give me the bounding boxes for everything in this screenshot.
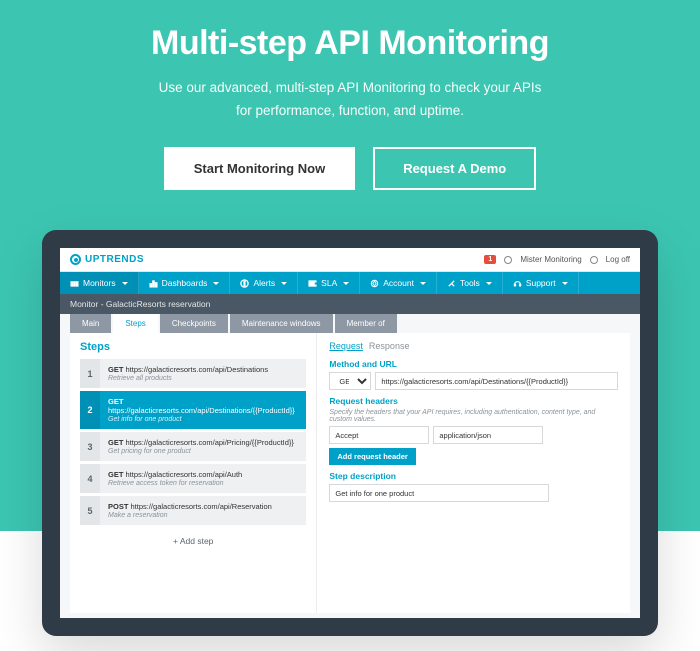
request-headers-label: Request headers [329, 396, 618, 406]
step-description-input[interactable] [329, 484, 549, 502]
request-demo-button[interactable]: Request A Demo [373, 147, 536, 190]
app-screenshot: UPTRENDS 1 Mister Monitoring Log off Mon… [60, 248, 640, 618]
tab-main[interactable]: Main [70, 314, 111, 333]
step-row[interactable]: 2GET https://galacticresorts.com/api/Des… [80, 391, 306, 429]
breadcrumb: Monitor - GalacticResorts reservation [60, 294, 640, 314]
tab-steps[interactable]: Steps [113, 314, 157, 333]
support-icon [513, 279, 522, 288]
chevron-down-icon [213, 282, 219, 285]
step-number: 5 [80, 496, 100, 525]
http-method-select[interactable]: GET [329, 372, 371, 390]
header-value-input[interactable] [433, 426, 543, 444]
chevron-down-icon [562, 282, 568, 285]
chevron-down-icon [420, 282, 426, 285]
nav-monitors[interactable]: Monitors [60, 272, 139, 294]
step-row[interactable]: 5POST https://galacticresorts.com/api/Re… [80, 496, 306, 525]
rr-tab-response[interactable]: Response [369, 341, 410, 351]
step-number: 2 [80, 391, 100, 429]
request-response-tabs: Request Response [329, 341, 618, 351]
logoff-icon [590, 256, 598, 264]
hero-title: Multi-step API Monitoring [40, 24, 660, 63]
add-step-button[interactable]: + Add step [80, 528, 306, 554]
sla-icon [308, 279, 317, 288]
chevron-down-icon [343, 282, 349, 285]
user-icon [504, 256, 512, 264]
device-frame: UPTRENDS 1 Mister Monitoring Log off Mon… [42, 230, 658, 636]
step-row[interactable]: 3GET https://galacticresorts.com/api/Pri… [80, 432, 306, 461]
account-icon [370, 279, 379, 288]
notification-badge[interactable]: 1 [484, 255, 496, 264]
tab-maintenance-windows[interactable]: Maintenance windows [230, 314, 333, 333]
tab-bar: MainStepsCheckpointsMaintenance windowsM… [70, 314, 630, 333]
tab-member-of[interactable]: Member of [335, 314, 397, 333]
chevron-down-icon [122, 282, 128, 285]
step-row[interactable]: 1GET https://galacticresorts.com/api/Des… [80, 359, 306, 388]
alerts-icon [240, 279, 249, 288]
add-request-header-button[interactable]: Add request header [329, 448, 415, 465]
header-key-input[interactable] [329, 426, 429, 444]
username[interactable]: Mister Monitoring [520, 255, 581, 264]
chevron-down-icon [281, 282, 287, 285]
logoff-link[interactable]: Log off [606, 255, 630, 264]
brand-icon [70, 254, 81, 265]
step-description-label: Step description [329, 471, 618, 481]
monitors-icon [70, 279, 79, 288]
step-row[interactable]: 4GET https://galacticresorts.com/api/Aut… [80, 464, 306, 493]
start-monitoring-button[interactable]: Start Monitoring Now [164, 147, 355, 190]
request-headers-hint: Specify the headers that your API requir… [329, 409, 618, 423]
tools-icon [447, 279, 456, 288]
main-nav: MonitorsDashboardsAlertsSLAAccountToolsS… [60, 272, 640, 294]
nav-alerts[interactable]: Alerts [230, 272, 298, 294]
chevron-down-icon [486, 282, 492, 285]
method-url-label: Method and URL [329, 359, 618, 369]
nav-sla[interactable]: SLA [298, 272, 360, 294]
nav-account[interactable]: Account [360, 272, 437, 294]
hero-subtitle: Use our advanced, multi-step API Monitor… [40, 77, 660, 123]
step-number: 3 [80, 432, 100, 461]
url-input[interactable] [375, 372, 618, 390]
step-number: 4 [80, 464, 100, 493]
nav-support[interactable]: Support [503, 272, 579, 294]
dashboards-icon [149, 279, 158, 288]
nav-tools[interactable]: Tools [437, 272, 503, 294]
brand-logo[interactable]: UPTRENDS [70, 254, 144, 265]
step-number: 1 [80, 359, 100, 388]
steps-heading: Steps [80, 341, 306, 353]
nav-dashboards[interactable]: Dashboards [139, 272, 231, 294]
rr-tab-request[interactable]: Request [329, 341, 363, 351]
tab-checkpoints[interactable]: Checkpoints [160, 314, 228, 333]
